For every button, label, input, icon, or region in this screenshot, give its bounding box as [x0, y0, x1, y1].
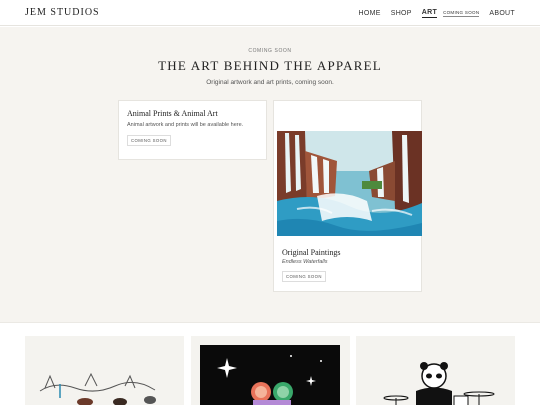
gallery-thumb-animals[interactable]: [25, 336, 184, 405]
page-title: THE ART BEHIND THE APPAREL: [158, 58, 382, 73]
site-header: JEM STUDIOS HOME SHOP ART COMING SOON AB…: [0, 0, 540, 26]
hero-eyebrow: COMING SOON: [248, 48, 292, 54]
card-title: Original Paintings: [282, 248, 341, 257]
main-nav: HOME SHOP ART COMING SOON ABOUT: [359, 0, 515, 26]
hero-section: COMING SOON THE ART BEHIND THE APPAREL O…: [0, 27, 540, 322]
nav-shop[interactable]: SHOP: [391, 10, 412, 17]
brand-logo[interactable]: JEM STUDIOS: [25, 7, 100, 18]
hero-subtitle: Original artwork and art prints, coming …: [206, 79, 334, 86]
nav-about[interactable]: ABOUT: [489, 10, 515, 17]
nav-art[interactable]: ART: [421, 9, 438, 18]
waterfall-painting-image[interactable]: [277, 131, 422, 236]
coming-soon-badge: COMING SOON: [127, 135, 171, 146]
card-description: Animal artwork and prints will be availa…: [127, 122, 244, 128]
nav-home[interactable]: HOME: [359, 10, 381, 17]
original-paintings-card[interactable]: Original Paintings Endless Waterfalls CO…: [273, 100, 422, 292]
coming-soon-badge: COMING SOON: [282, 271, 326, 282]
animal-art-card[interactable]: Animal Prints & Animal Art Animal artwor…: [118, 100, 267, 160]
gallery-thumb-space[interactable]: [191, 336, 350, 405]
card-title: Animal Prints & Animal Art: [127, 109, 218, 118]
gallery-thumb-panda-drummer[interactable]: [356, 336, 515, 405]
card-subtitle: Endless Waterfalls: [282, 259, 328, 265]
gallery-strip: [0, 322, 540, 405]
nav-art-coming-soon-badge: COMING SOON: [443, 9, 480, 17]
